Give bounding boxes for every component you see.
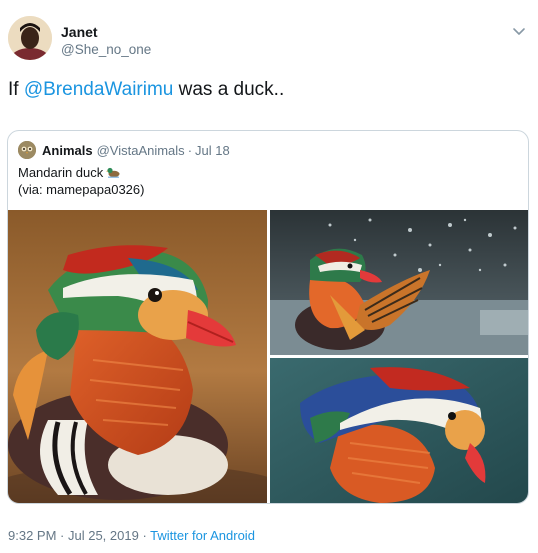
- tweet-date[interactable]: Jul 25, 2019: [68, 528, 139, 543]
- quoted-author-handle[interactable]: @VistaAnimals: [97, 143, 185, 158]
- tweet-source-link[interactable]: Twitter for Android: [150, 528, 255, 543]
- footer-separator-2: ·: [138, 528, 151, 543]
- mention-link[interactable]: @BrendaWairimu: [24, 79, 174, 100]
- duck-photo-3[interactable]: [270, 358, 528, 503]
- tweet-text-after: was a duck..: [173, 79, 285, 100]
- tweet-text: If @BrendaWairimu was a duck..: [8, 79, 284, 101]
- duck-photo-2[interactable]: [270, 210, 528, 355]
- author-avatar[interactable]: [8, 16, 52, 60]
- duck-emoji-icon: [106, 166, 120, 178]
- author-name[interactable]: Janet: [61, 24, 98, 40]
- quoted-text-line-1: Mandarin duck: [18, 165, 120, 180]
- tweet-time[interactable]: 9:32 PM: [8, 528, 56, 543]
- duck-photo-1[interactable]: [8, 210, 267, 503]
- quoted-author-name[interactable]: Animals: [42, 143, 93, 158]
- quoted-text-line-2: (via: mamepapa0326): [18, 182, 145, 197]
- quoted-tweet[interactable]: Animals @VistaAnimals · Jul 18 Mandarin …: [7, 130, 529, 504]
- tweet-footer: 9:32 PM · Jul 25, 2019 · Twitter for And…: [8, 528, 255, 543]
- quoted-header: Animals @VistaAnimals · Jul 18: [18, 141, 230, 159]
- tweet-text-before: If: [8, 79, 24, 100]
- tweet: Janet @She_no_one If @BrendaWairimu was …: [0, 0, 538, 553]
- photo-grid: [8, 210, 528, 503]
- quoted-text: Mandarin duck: [18, 165, 104, 180]
- author-handle[interactable]: @She_no_one: [61, 42, 151, 57]
- quoted-separator: ·: [187, 142, 193, 158]
- quoted-avatar: [18, 141, 36, 159]
- quoted-date[interactable]: Jul 18: [195, 143, 230, 158]
- footer-separator: ·: [56, 528, 68, 543]
- chevron-down-icon[interactable]: [512, 24, 526, 38]
